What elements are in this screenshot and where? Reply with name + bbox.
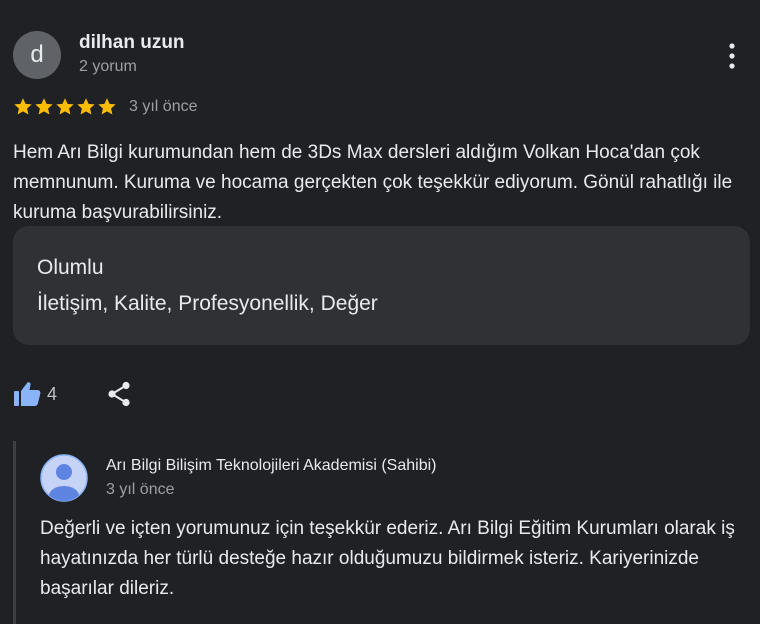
author-name[interactable]: dilhan uzun [79,32,185,54]
star-icon [56,98,74,115]
thumb-up-icon [14,382,41,406]
author-avatar-letter: d [30,41,44,68]
share-icon [108,381,130,407]
like-button[interactable]: 4 [13,381,57,407]
author-review-count: 2 yorum [79,58,137,75]
star-icon [98,98,116,115]
review-actions: 4 [13,378,131,410]
like-count: 4 [47,383,58,404]
star-icon [14,98,32,115]
star-rating [13,97,117,117]
share-button[interactable] [107,381,131,407]
reply-divider [13,441,16,624]
review-attributes-card: Olumlu İletişim, Kalite, Profesyonellik,… [13,226,750,345]
attributes-label: Olumlu [37,256,104,279]
star-icon [35,98,53,115]
attributes-values: İletişim, Kalite, Profesyonellik, Değer [37,292,378,315]
person-avatar-icon[interactable] [40,454,88,502]
review-date: 3 yıl önce [129,98,198,115]
owner-name: Arı Bilgi Bilişim Teknolojileri Akademis… [106,457,437,474]
owner-reply-date: 3 yıl önce [106,481,175,498]
star-icon [77,98,95,115]
rating-row: 3 yıl önce [13,95,197,119]
author-avatar[interactable]: d [13,31,61,79]
owner-reply-text: Değerli ve içten yorumunuz için teşekkür… [40,518,735,599]
more-options-button[interactable] [712,36,752,76]
more-vert-icon [729,43,735,69]
review-text: Hem Arı Bilgi kurumundan hem de 3Ds Max … [13,142,733,223]
